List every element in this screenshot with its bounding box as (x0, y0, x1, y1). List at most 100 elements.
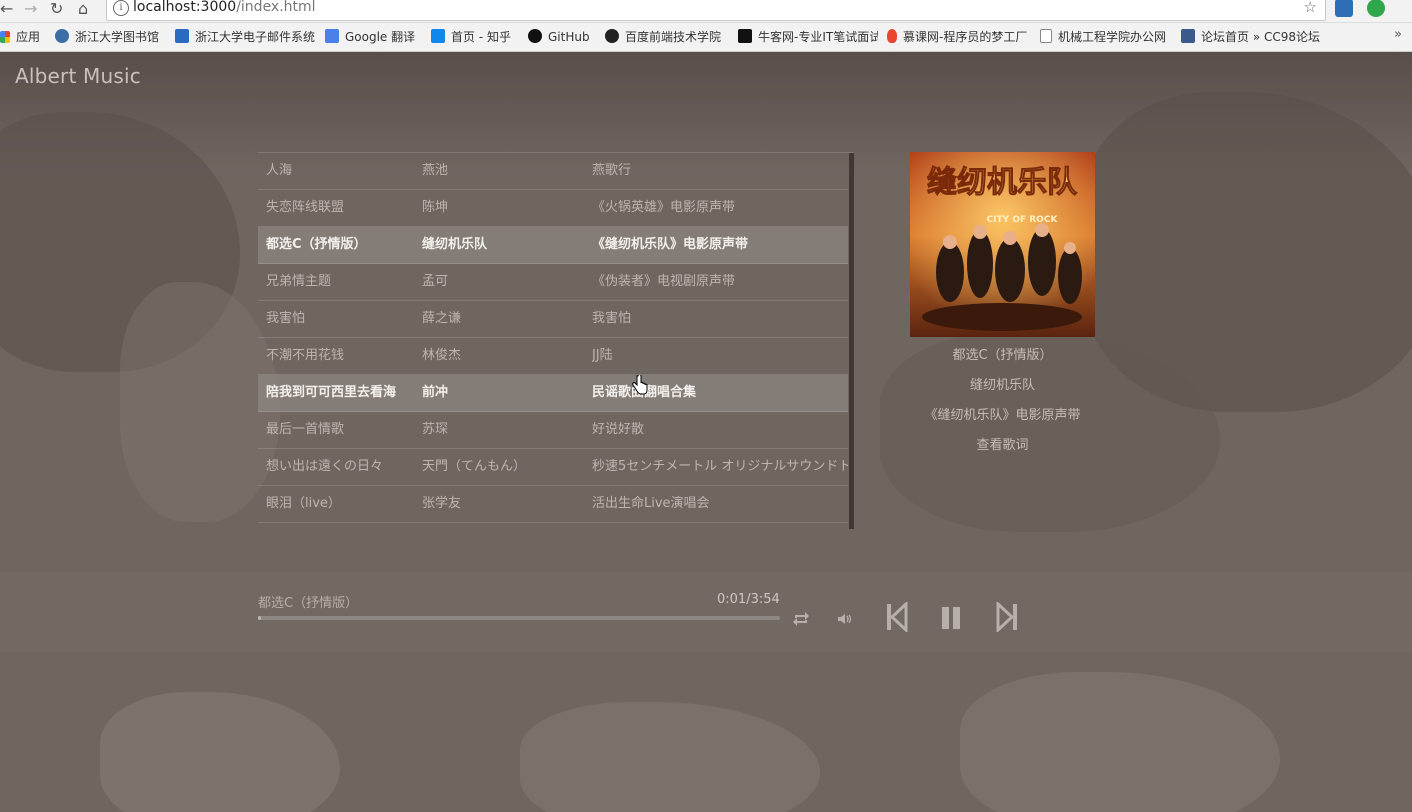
album-name: 我害怕 (592, 311, 632, 326)
pause-icon[interactable] (940, 606, 962, 630)
background-texture (0, 572, 1412, 652)
playlist-row[interactable]: 人海 燕池 燕歌行 (258, 153, 848, 190)
view-lyrics-link[interactable]: 查看歌词 (870, 434, 1135, 453)
playlist-row[interactable]: 想い出は遠くの日々 天門（てんもん） 秒速5センチメートル オリジナルサウンドト… (258, 449, 848, 486)
previous-icon[interactable] (886, 602, 908, 632)
song-name: 眼泪（live） (266, 496, 341, 511)
song-name: 最后一首情歌 (266, 422, 345, 437)
bookmark-nowcoder[interactable]: 牛客网-专业IT笔试面试 (738, 29, 878, 45)
library-icon (55, 29, 69, 43)
bookmark-library[interactable]: 浙江大学图书馆 (55, 29, 159, 45)
forward-arrow-icon[interactable]: → (24, 0, 37, 20)
song-name: 想い出は遠くの日々 (266, 459, 384, 474)
song-name: 陪我到可可西里去看海 (266, 385, 397, 400)
album-name: 《火锅英雄》电影原声带 (592, 200, 736, 215)
site-info-icon[interactable]: i (113, 0, 129, 16)
album-name: 《缝纫机乐队》电影原声带 (592, 237, 749, 252)
url-text: localhost:3000/index.html (133, 0, 316, 15)
song-name: 不潮不用花钱 (266, 348, 345, 363)
album-name: 活出生命Live演唱会 (592, 496, 710, 511)
background-texture (100, 692, 340, 812)
artist-name: 林俊杰 (422, 348, 462, 363)
bookmark-apps[interactable]: 应用 (0, 29, 40, 45)
song-name: 都选C（抒情版） (266, 237, 367, 252)
playlist-row[interactable]: 兄弟情主题 孟可 《伪装者》电视剧原声带 (258, 264, 848, 301)
album-name: 燕歌行 (592, 163, 632, 178)
github-icon (528, 29, 542, 43)
artist-name: 陈坤 (422, 200, 449, 215)
playlist-row[interactable]: 我害怕 薛之谦 我害怕 (258, 301, 848, 338)
shield-extension-icon[interactable] (1367, 0, 1385, 17)
mail-icon (175, 29, 189, 43)
artist-name: 苏琛 (422, 422, 449, 437)
song-name: 人海 (266, 163, 293, 178)
now-playing-song: 都选C（抒情版） (952, 348, 1053, 363)
bookmark-zhihu[interactable]: 首页 - 知乎 (431, 29, 511, 45)
player-time: 0:01/3:54 (717, 592, 780, 607)
playlist-row-hovered[interactable]: 陪我到可可西里去看海 前冲 民谣歌曲翻唱合集 (258, 375, 848, 412)
bookmark-ife[interactable]: 百度前端技术学院 (605, 29, 721, 45)
bookmark-star-icon[interactable]: ☆ (1304, 0, 1317, 16)
background-texture (520, 702, 820, 812)
artist-name: 缝纫机乐队 (422, 237, 488, 252)
translate-icon (325, 29, 339, 43)
song-name: 兄弟情主题 (266, 274, 332, 289)
qr-extension-icon[interactable] (1335, 0, 1353, 17)
bookmark-mech[interactable]: 机械工程学院办公网 (1040, 29, 1166, 45)
artist-name: 张学友 (422, 496, 462, 511)
bookmark-mail[interactable]: 浙江大学电子邮件系统 (175, 29, 315, 45)
chevron-more-icon[interactable]: » (1394, 27, 1402, 42)
artist-name: 燕池 (422, 163, 449, 178)
bookmark-translate[interactable]: Google 翻译 (325, 29, 415, 45)
playlist-row[interactable]: 不潮不用花钱 林俊杰 JJ陆 (258, 338, 848, 375)
hand-cursor-icon (632, 375, 648, 395)
bookmark-github[interactable]: GitHub (528, 29, 590, 45)
album-name: 《伪装者》电视剧原声带 (592, 274, 736, 289)
artist-name: 薛之谦 (422, 311, 462, 326)
playlist-row[interactable]: 最后一首情歌 苏琛 好说好散 (258, 412, 848, 449)
album-name: 秒速5センチメートル オリジナルサウンドトラック (592, 459, 848, 474)
now-playing-artist: 缝纫机乐队 (969, 378, 1035, 393)
player-song-title: 都选C（抒情版） (258, 596, 359, 611)
background-texture (120, 282, 280, 522)
app-title: Albert Music (15, 64, 141, 88)
artist-name: 前冲 (422, 385, 449, 400)
reload-icon[interactable]: ↻ (50, 0, 63, 20)
progress-fill (258, 616, 261, 620)
imooc-icon (887, 29, 897, 43)
nowcoder-icon (738, 29, 752, 43)
browser-toolbar: ← → ↻ ⌂ i localhost:3000/index.html ☆ (0, 0, 1412, 23)
playlist: 人海 燕池 燕歌行 失恋阵线联盟 陈坤 《火锅英雄》电影原声带 都选C（抒情版）… (258, 152, 854, 529)
album-name: 民谣歌曲翻唱合集 (592, 375, 848, 411)
baidu-ife-icon (605, 29, 619, 43)
progress-bar[interactable] (258, 616, 780, 620)
song-name: 我害怕 (266, 311, 306, 326)
zhihu-icon (431, 29, 445, 43)
playlist-row[interactable]: 眼泪（live） 张学友 活出生命Live演唱会 (258, 486, 848, 523)
cover-subtitle: CITY OF ROCK (987, 215, 1059, 225)
back-arrow-icon[interactable]: ← (0, 0, 13, 20)
bookmark-imooc[interactable]: 慕课网-程序员的梦工厂 (887, 29, 1027, 45)
song-name: 失恋阵线联盟 (266, 200, 345, 215)
music-app: Albert Music 人海 燕池 燕歌行 失恋阵线联盟 陈坤 《火锅英雄》电… (0, 52, 1412, 812)
playlist-scrollbar[interactable] (849, 153, 854, 529)
bookmarks-bar: 应用 浙江大学图书馆 浙江大学电子邮件系统 Google 翻译 首页 - 知乎 … (0, 23, 1412, 52)
artist-name: 天門（てんもん） (422, 459, 527, 474)
album-cover: 缝纫机乐队 CITY OF ROCK (910, 152, 1095, 337)
volume-icon[interactable] (836, 612, 854, 626)
artist-name: 孟可 (422, 274, 449, 289)
album-name: 好说好散 (592, 422, 645, 437)
cc98-icon (1181, 29, 1195, 43)
apps-grid-icon (0, 31, 10, 43)
album-name: JJ陆 (592, 348, 613, 363)
bookmark-cc98[interactable]: 论坛首页 » CC98论坛 (1181, 29, 1321, 45)
next-icon[interactable] (996, 602, 1018, 632)
repeat-icon[interactable] (791, 610, 811, 628)
playlist-row[interactable]: 失恋阵线联盟 陈坤 《火锅英雄》电影原声带 (258, 190, 848, 227)
home-icon[interactable]: ⌂ (78, 0, 88, 20)
address-bar[interactable]: i localhost:3000/index.html ☆ (106, 0, 1326, 21)
background-texture (960, 672, 1280, 812)
now-playing-album: 《缝纫机乐队》电影原声带 (924, 408, 1081, 423)
playlist-row-playing[interactable]: 都选C（抒情版） 缝纫机乐队 《缝纫机乐队》电影原声带 (258, 227, 848, 264)
page-icon (1040, 29, 1052, 43)
